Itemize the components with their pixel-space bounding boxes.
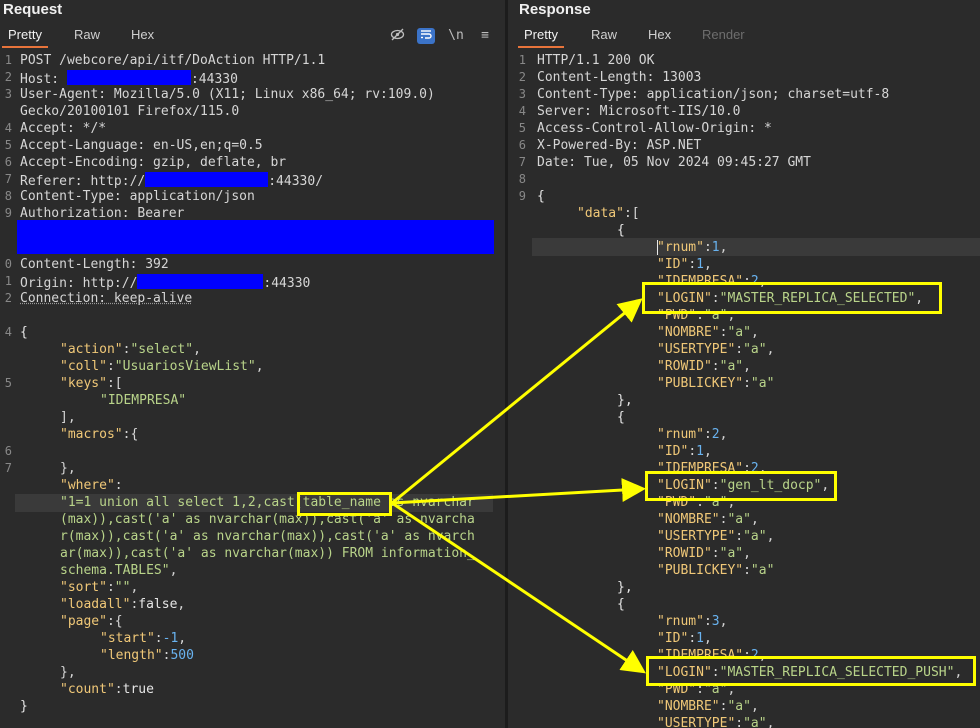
arrow-to-login-2 — [391, 478, 646, 505]
arrow-to-login-3 — [391, 501, 646, 674]
annotation-arrows — [391, 298, 646, 674]
arrow-to-login-1 — [391, 298, 643, 505]
